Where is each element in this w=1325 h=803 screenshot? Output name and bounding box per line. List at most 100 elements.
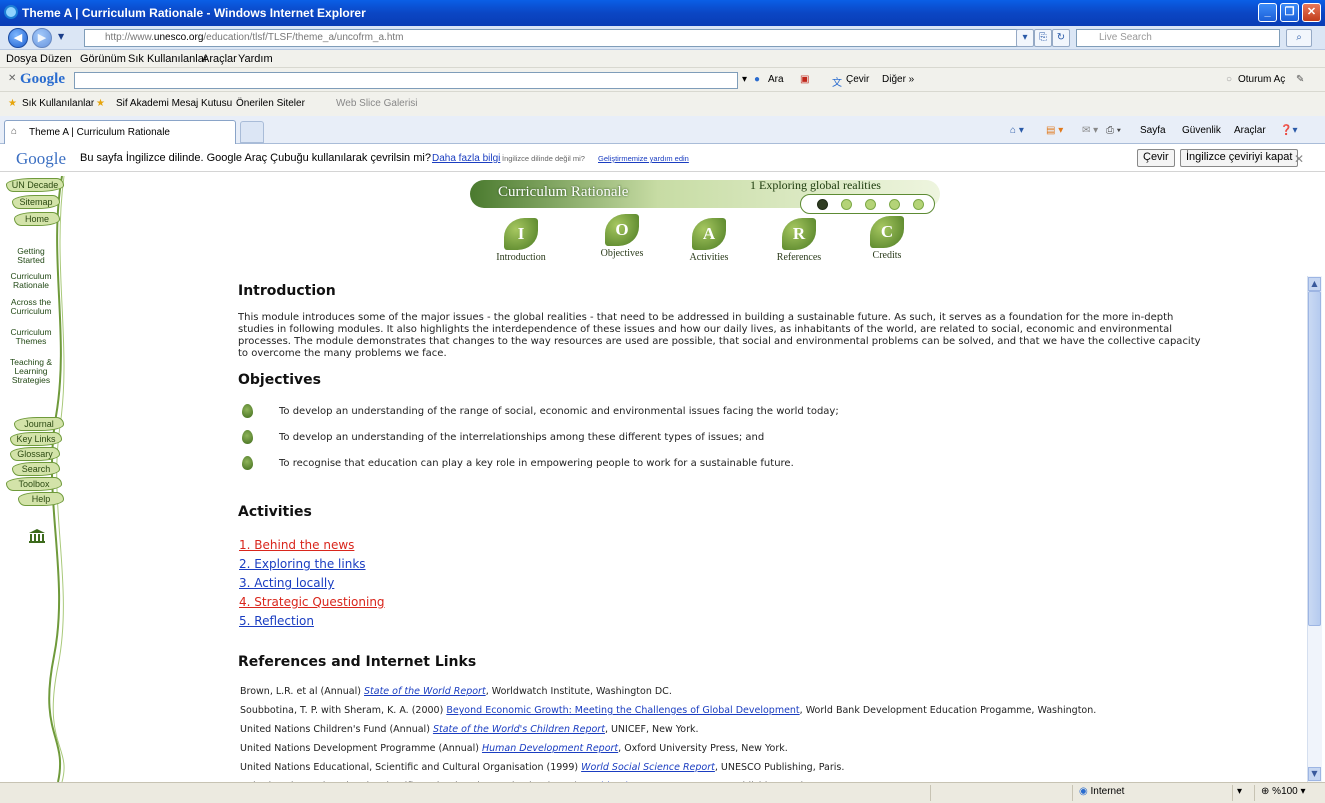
protected-mode-icon[interactable]: ▾	[1232, 785, 1250, 801]
introduction-text: This module introduces some of the major…	[238, 312, 1288, 360]
progress-dot[interactable]	[889, 199, 900, 210]
intro-line: This module introduces some of the major…	[238, 312, 1174, 323]
nav-across-curriculum[interactable]: Across the Curriculum	[8, 298, 54, 316]
nav-objectives[interactable]: O Objectives	[587, 214, 657, 259]
fav-web-slice[interactable]: Web Slice Galerisi	[336, 98, 418, 109]
menu-araclar[interactable]: Araçlar	[202, 53, 237, 65]
address-input[interactable]: http://www.unesco.org/education/tlsf/TLS…	[84, 29, 1030, 47]
zoom-icon: ⊕	[1261, 786, 1270, 797]
fav-onerilen-siteler[interactable]: Önerilen Siteler	[236, 98, 305, 109]
nav-curriculum-themes[interactable]: Curriculum Themes	[8, 328, 54, 346]
print-icon[interactable]: ⎙ ▾	[1106, 125, 1121, 136]
toolbar-close-icon[interactable]: ✕	[8, 73, 16, 84]
help-improve-link[interactable]: Geliştirmemize yardım edin	[598, 154, 689, 163]
reference-link[interactable]: Human Development Report	[482, 743, 618, 754]
nav-toolbox[interactable]: Toolbox	[6, 477, 62, 491]
main-content: Introduction This module introduces some…	[238, 280, 1298, 782]
menu-sik-kullanilanlar[interactable]: Sık Kullanılanlar	[128, 53, 208, 65]
activity-link[interactable]: 2. Exploring the links	[239, 557, 366, 571]
scrollbar-thumb[interactable]	[1308, 291, 1321, 626]
favorites-label[interactable]: Sık Kullanılanlar	[22, 98, 94, 109]
menu-yardim[interactable]: Yardım	[238, 53, 273, 65]
more-info-link[interactable]: Daha fazla bilgi	[432, 153, 500, 164]
close-button[interactable]: ✕	[1302, 3, 1321, 22]
address-dropdown-icon[interactable]: ▾	[1016, 29, 1034, 47]
module-banner: Curriculum Rationale 1 Exploring global …	[470, 176, 950, 272]
nav-home[interactable]: Home	[14, 212, 60, 226]
tools-menu[interactable]: Araçlar	[1234, 125, 1266, 136]
nav-un-decade[interactable]: UN Decade	[6, 178, 64, 192]
reference-publisher: , UNESCO Publishing, Paris.	[714, 762, 845, 773]
settings-wrench-icon[interactable]: ✎	[1296, 74, 1304, 85]
menu-duzen[interactable]: Düzen	[40, 53, 72, 65]
nav-glossary[interactable]: Glossary	[10, 447, 60, 461]
live-search-input[interactable]: Live Search	[1076, 29, 1280, 47]
back-icon[interactable]: ◀	[8, 28, 28, 48]
nav-getting-started[interactable]: Getting Started	[8, 247, 54, 265]
nav-journal[interactable]: Journal	[14, 417, 64, 431]
activity-link[interactable]: 5. Reflection	[239, 614, 314, 628]
window-title: Theme A | Curriculum Rationale - Windows…	[22, 6, 366, 20]
reference-link[interactable]: State of the World Report	[364, 686, 486, 697]
google-search-input[interactable]	[74, 72, 738, 89]
activity-link[interactable]: 1. Behind the news	[239, 538, 354, 552]
reference-item: Brown, L.R. et al (Annual) State of the …	[240, 686, 672, 697]
refresh-icon[interactable]: ↻	[1052, 29, 1070, 47]
nav-introduction[interactable]: I Introduction	[486, 218, 556, 263]
home-icon[interactable]: ⌂ ▾	[1010, 125, 1024, 136]
nav-curriculum-rationale[interactable]: Curriculum Rationale	[8, 272, 54, 290]
left-navigation: UN Decade Sitemap Home Getting Started C…	[0, 176, 76, 782]
activity-link[interactable]: 4. Strategic Questioning	[239, 595, 385, 609]
scroll-up-icon[interactable]: ▲	[1308, 277, 1321, 291]
add-favorite-icon[interactable]: ★	[96, 98, 105, 109]
progress-dot[interactable]	[865, 199, 876, 210]
reference-link[interactable]: State of the World's Children Report	[433, 724, 605, 735]
menu-gorunum[interactable]: Görünüm	[80, 53, 126, 65]
history-dropdown-icon[interactable]: ▼	[58, 32, 64, 41]
zoom-control[interactable]: ⊕ %100 ▾	[1254, 785, 1314, 801]
fav-sif-akademi[interactable]: Sif Akademi Mesaj Kutusu	[116, 98, 232, 109]
progress-dot[interactable]	[817, 199, 828, 210]
reference-link[interactable]: Beyond Economic Growth: Meeting the Chal…	[446, 705, 799, 716]
ara-button[interactable]: Ara	[768, 74, 784, 85]
reference-link[interactable]: World Social Science Report	[581, 762, 715, 773]
help-icon[interactable]: ❓▾	[1280, 125, 1297, 136]
nav-teaching-learning[interactable]: Teaching & Learning Strategies	[8, 358, 54, 385]
objective-text: To develop an understanding of the inter…	[279, 432, 765, 443]
popup-blocker-icon[interactable]: ▣	[800, 74, 809, 85]
progress-dot[interactable]	[913, 199, 924, 210]
search-dropdown-icon[interactable]: ▾	[742, 74, 747, 85]
oturum-ac-button[interactable]: Oturum Aç	[1238, 74, 1285, 85]
feeds-icon[interactable]: ▤ ▾	[1046, 125, 1063, 136]
nav-key-links[interactable]: Key Links	[10, 432, 62, 446]
compatibility-icon[interactable]: ⎘	[1034, 29, 1052, 47]
url-host: unesco.org	[153, 32, 204, 43]
minimize-button[interactable]: _	[1258, 3, 1277, 22]
new-tab-button[interactable]	[240, 121, 264, 143]
translate-close-icon[interactable]: ✕	[1294, 152, 1304, 166]
nav-credits[interactable]: C Credits	[852, 216, 922, 261]
nav-activities[interactable]: A Activities	[674, 218, 744, 263]
page-menu[interactable]: Sayfa	[1140, 125, 1166, 136]
globe-icon: ◉	[1079, 786, 1088, 797]
activity-link[interactable]: 3. Acting locally	[239, 576, 334, 590]
cevir-button[interactable]: Çevir	[846, 74, 869, 85]
scroll-down-icon[interactable]: ▼	[1308, 767, 1321, 781]
translate-button[interactable]: Çevir	[1137, 149, 1175, 167]
menu-dosya[interactable]: Dosya	[6, 53, 37, 65]
progress-dot[interactable]	[841, 199, 852, 210]
unesco-temple-icon[interactable]	[28, 528, 46, 544]
mail-icon[interactable]: ✉ ▾	[1082, 125, 1098, 136]
nav-search[interactable]: Search	[12, 462, 60, 476]
nav-help[interactable]: Help	[18, 492, 64, 506]
status-bar: ◉ Internet ▾ ⊕ %100 ▾	[0, 782, 1325, 803]
nav-references[interactable]: R References	[764, 218, 834, 263]
security-menu[interactable]: Güvenlik	[1182, 125, 1221, 136]
close-translate-button[interactable]: İngilizce çeviriyi kapat	[1180, 149, 1299, 167]
search-icon[interactable]: ⌕	[1286, 29, 1312, 47]
forward-icon[interactable]: ▶	[32, 28, 52, 48]
diger-button[interactable]: Diğer »	[882, 74, 914, 85]
nav-sitemap[interactable]: Sitemap	[12, 195, 60, 209]
maximize-button[interactable]: ❐	[1280, 3, 1299, 22]
tab-active[interactable]: ⌂ Theme A | Curriculum Rationale	[4, 120, 236, 144]
